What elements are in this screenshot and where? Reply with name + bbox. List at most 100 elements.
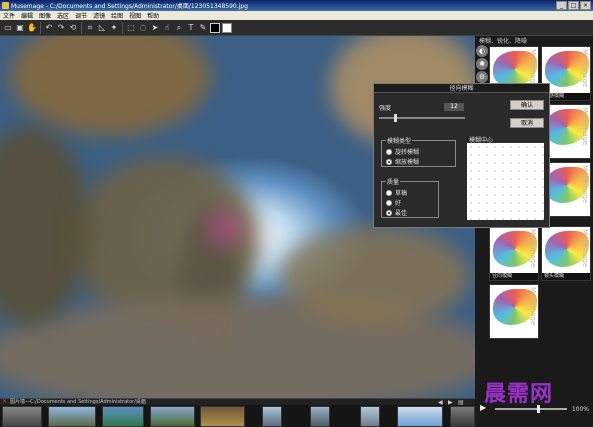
radio-button[interactable]	[386, 199, 392, 206]
toolbar-separator	[40, 21, 41, 34]
film-thumbnail[interactable]	[2, 406, 42, 427]
quality-label: 质量	[386, 177, 401, 186]
film-thumbnail[interactable]	[150, 406, 195, 427]
strength-value-field[interactable]: 12	[444, 103, 464, 111]
thumbnail-watermark: Musemage	[581, 49, 589, 88]
menu-view[interactable]: 视图	[126, 11, 144, 20]
filter-thumbnail-lens[interactable]: Musemage 镜头模糊	[541, 226, 591, 281]
film-thumbnail[interactable]	[102, 406, 144, 427]
thumbnail-watermark: Musemage	[581, 229, 589, 268]
menu-file[interactable]: 文件	[0, 11, 18, 20]
open-folder-icon[interactable]: ▭	[3, 23, 13, 33]
panel-side-tools: ◐ ✺ ⚙	[475, 44, 489, 84]
window-title: Musemage - C:/Documents and Settings/Adm…	[11, 3, 248, 10]
strength-label: 强度	[379, 105, 392, 112]
quality-draft[interactable]: 草稿	[386, 188, 407, 197]
menu-bar: 文件 编辑 图像 选区 调节 滤镜 绘图 视图 帮助	[0, 11, 593, 20]
radio-button-selected[interactable]	[386, 158, 392, 165]
menu-draw[interactable]: 绘图	[108, 11, 126, 20]
blur-type-rotate[interactable]: 旋转模糊	[386, 147, 419, 156]
blurred-trees-far	[280, 226, 470, 326]
radial-blur-dialog: 径向模糊 强度 12 确认 取消 模糊类型 旋转模糊 缩放模糊 质量 草稿 好 …	[373, 83, 550, 228]
lens-flare	[205, 211, 245, 246]
menu-image[interactable]: 图像	[36, 11, 54, 20]
maximize-button[interactable]: □	[568, 1, 579, 10]
film-thumbnail[interactable]	[360, 406, 380, 427]
zoom-icon[interactable]: ⌕	[174, 23, 184, 33]
quality-group: 质量 草稿 好 最佳	[381, 177, 439, 218]
radio-label: 草稿	[395, 190, 408, 197]
thumbnail-watermark: Musemage	[581, 107, 589, 146]
toolbar: ▭ ▣ ✋ ↶ ↷ ⟲ ⌗ ◺ ✦ ⬚ ◌ ➤ ☝ ⌕ T ✎	[0, 20, 593, 36]
effects-icon[interactable]: ✺	[476, 58, 488, 70]
blurred-tree-top	[10, 36, 210, 136]
lasso-icon[interactable]: ◌	[138, 23, 148, 33]
title-bar: Musemage - C:/Documents and Settings/Adm…	[0, 0, 593, 11]
magic-wand-icon[interactable]: ✦	[109, 23, 119, 33]
film-thumbnail[interactable]	[310, 406, 330, 427]
dialog-title: 径向模糊	[374, 84, 549, 93]
radio-label: 最佳	[395, 210, 408, 217]
film-thumbnail[interactable]	[200, 406, 245, 427]
filter-thumbnail-radial[interactable]: Musemage 径向模糊	[489, 226, 539, 281]
rect-select-icon[interactable]: ⬚	[126, 23, 136, 33]
filmstrip	[0, 405, 475, 427]
thumbnail-watermark: Musemage	[529, 49, 537, 88]
film-thumbnail[interactable]	[48, 406, 96, 427]
panel-title: 模糊、锐化、降噪	[479, 38, 528, 45]
background-color-swatch[interactable]	[222, 22, 232, 33]
thumbnail-watermark: Musemage	[581, 165, 589, 204]
rotate-icon[interactable]: ⟲	[68, 23, 78, 33]
hand-icon[interactable]: ✋	[27, 23, 37, 33]
zoom-slider[interactable]	[495, 405, 567, 413]
redo-icon[interactable]: ↷	[56, 23, 66, 33]
minimize-button[interactable]: _	[556, 1, 567, 10]
film-thumbnail[interactable]	[262, 406, 282, 427]
pointer-icon[interactable]: ➤	[150, 23, 160, 33]
radio-label: 好	[395, 200, 402, 207]
blur-type-zoom[interactable]: 缩放模糊	[386, 157, 419, 166]
radio-button[interactable]	[386, 148, 392, 155]
app-icon	[2, 2, 9, 9]
blur-center-grid[interactable]	[467, 143, 544, 220]
crop-icon[interactable]: ⌗	[85, 23, 95, 33]
undo-icon[interactable]: ↶	[44, 23, 54, 33]
strength-slider[interactable]	[379, 114, 465, 122]
strength-slider-knob[interactable]	[394, 114, 397, 122]
thumbnail-label: 镜头模糊	[542, 273, 590, 280]
menu-edit[interactable]: 编辑	[18, 11, 36, 20]
quality-best[interactable]: 最佳	[386, 208, 407, 217]
settings-icon[interactable]: ⚙	[476, 71, 488, 83]
thumbnail-watermark: Musemage	[529, 287, 537, 326]
perspective-icon[interactable]: ◺	[97, 23, 107, 33]
window-controls: _ □ ×	[556, 1, 591, 10]
menu-help[interactable]: 帮助	[144, 11, 162, 20]
site-watermark: 晨需网	[484, 381, 554, 407]
menu-filter[interactable]: 滤镜	[90, 11, 108, 20]
cancel-button[interactable]: 取消	[510, 118, 544, 128]
quality-good[interactable]: 好	[386, 198, 401, 207]
thumbnail-watermark: Musemage	[529, 229, 537, 268]
ok-button[interactable]: 确认	[510, 100, 544, 110]
save-icon[interactable]: ▣	[15, 23, 25, 33]
thumbnail-label: 径向模糊	[490, 273, 538, 280]
film-thumbnail[interactable]	[450, 406, 475, 427]
film-thumbnail[interactable]	[397, 406, 443, 427]
eyedropper-icon[interactable]: ✎	[198, 23, 208, 33]
close-button[interactable]: ×	[580, 1, 591, 10]
radio-button-selected[interactable]	[386, 209, 392, 216]
toolbar-separator	[122, 21, 123, 34]
foreground-color-swatch[interactable]	[210, 22, 220, 33]
radio-label: 旋转模糊	[395, 149, 420, 156]
radio-button[interactable]	[386, 189, 392, 196]
menu-adjust[interactable]: 调节	[72, 11, 90, 20]
filmstrip-header: ✕ 图片墙—C:/Documents and Settings/Administ…	[0, 398, 475, 406]
filter-thumbnail[interactable]: Musemage	[489, 284, 539, 339]
text-icon[interactable]: T	[186, 23, 196, 33]
radio-label: 缩放模糊	[395, 159, 420, 166]
pan-icon[interactable]: ☝	[162, 23, 172, 33]
menu-selection[interactable]: 选区	[54, 11, 72, 20]
blur-type-group: 模糊类型 旋转模糊 缩放模糊	[381, 136, 456, 167]
toolbar-separator	[81, 21, 82, 34]
color-wheel-icon[interactable]: ◐	[476, 45, 488, 57]
